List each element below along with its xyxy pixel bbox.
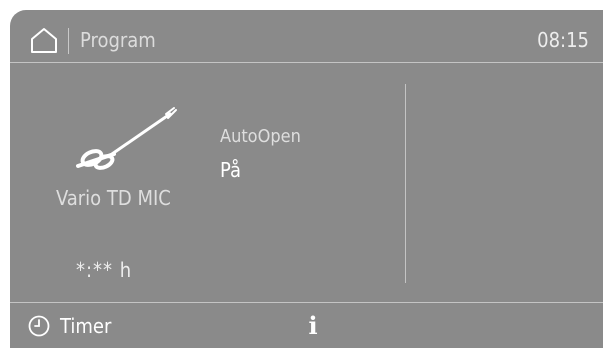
- footer-separator-line: [10, 302, 603, 303]
- page-title: Program: [80, 28, 156, 52]
- content-divider: [405, 84, 406, 283]
- device-frame: Program 08:15 Vario TD MIC *:** h AutoOp…: [0, 0, 603, 348]
- instrument-icon: [76, 107, 177, 170]
- header-separator-line: [10, 62, 603, 63]
- timer-label: Timer: [60, 314, 112, 338]
- program-duration: *:** h: [76, 258, 133, 282]
- header-divider: [68, 28, 69, 54]
- program-name: Vario TD MIC: [56, 186, 171, 210]
- header-bar: Program 08:15: [10, 10, 603, 62]
- display-screen: Program 08:15 Vario TD MIC *:** h AutoOp…: [10, 10, 603, 348]
- clock-time: 08:15: [537, 28, 589, 52]
- option-value[interactable]: På: [220, 158, 241, 182]
- option-label: AutoOpen: [220, 126, 301, 147]
- clock-icon: [28, 315, 50, 337]
- timer-button[interactable]: Timer: [28, 310, 111, 342]
- info-icon[interactable]: i: [302, 310, 324, 342]
- home-icon[interactable]: [30, 27, 58, 53]
